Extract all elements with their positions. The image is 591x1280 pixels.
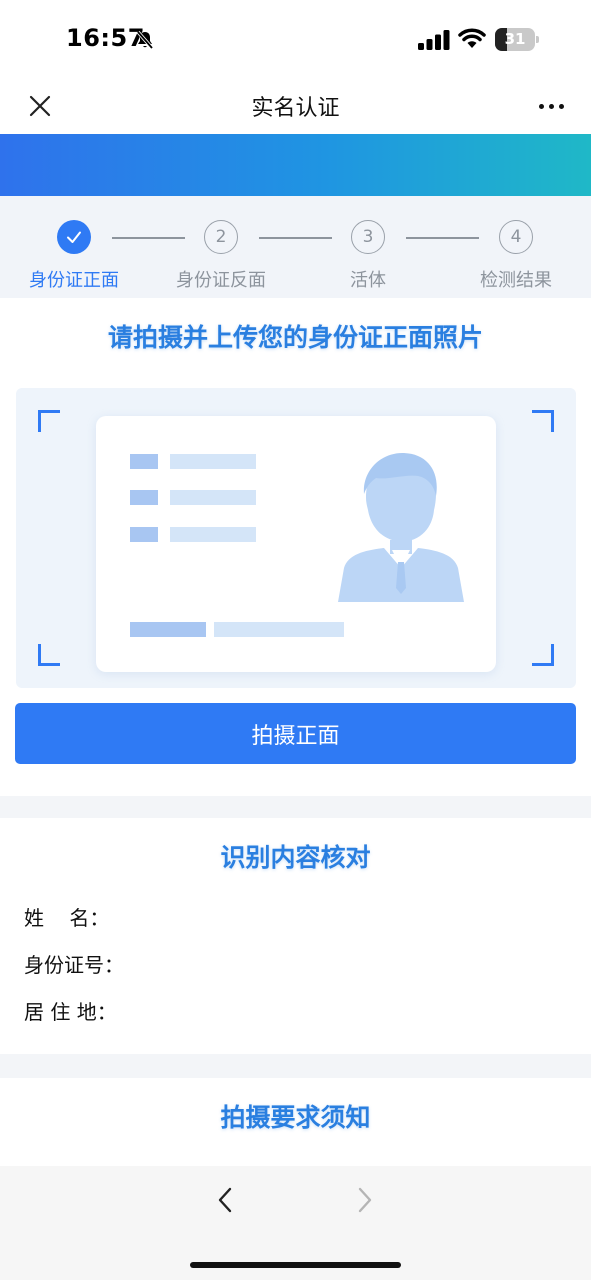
cellular-signal-icon: [418, 30, 450, 50]
bell-slash-icon: [136, 30, 154, 50]
step-3-label: 活体: [350, 270, 386, 291]
frame-corner: [532, 644, 554, 666]
battery-level: 31: [504, 30, 526, 48]
home-indicator: [190, 1262, 401, 1268]
requirements-heading: 拍摄要求须知: [220, 1103, 371, 1132]
requirements-section: 拍摄要求须知: [0, 1078, 591, 1166]
battery-icon: 31: [495, 28, 539, 51]
more-button[interactable]: [531, 88, 571, 124]
step-1-label: 身份证正面: [29, 270, 119, 291]
step-indicator: 2 3 4 身份证正面 身份证反面 活体 检测结果: [0, 196, 591, 298]
chevron-left-icon: [218, 1187, 232, 1213]
step-connector: [112, 237, 185, 239]
id-capture-area[interactable]: [16, 388, 576, 688]
verify-section: 识别内容核对 姓 名： 身份证号： 居 住 地：: [0, 818, 591, 1054]
step-2-circle: 2: [204, 220, 238, 254]
forward-button[interactable]: [344, 1180, 384, 1220]
verify-heading: 识别内容核对: [220, 843, 371, 872]
step-1-circle: [57, 220, 91, 254]
status-time: 16:57: [66, 24, 145, 52]
step-connector: [406, 237, 479, 239]
step-connector: [259, 237, 332, 239]
id-card-illustration: [96, 416, 496, 672]
wifi-icon: [458, 28, 486, 48]
bottom-toolbar: [0, 1166, 591, 1280]
name-field-label: 姓 名：: [24, 906, 110, 930]
placeholder-bar: [130, 454, 158, 469]
address-field-label: 居 住 地：: [24, 1000, 117, 1024]
placeholder-bar: [170, 454, 256, 469]
step-2-label: 身份证反面: [176, 270, 266, 291]
placeholder-bar: [214, 622, 344, 637]
check-icon: [67, 231, 81, 243]
chevron-right-icon: [358, 1187, 372, 1213]
header-banner: [0, 134, 591, 196]
step-4-circle: 4: [499, 220, 533, 254]
placeholder-bar: [170, 490, 256, 505]
id-number-field-label: 身份证号：: [24, 953, 124, 977]
frame-corner: [532, 410, 554, 432]
placeholder-bar: [130, 490, 158, 505]
capture-front-button[interactable]: 拍摄正面: [15, 703, 576, 764]
status-bar: 16:57 31: [0, 0, 591, 78]
placeholder-bar: [170, 527, 256, 542]
step-4-label: 检测结果: [480, 270, 552, 291]
upload-section: 请拍摄并上传您的身份证正面照片 拍摄正面: [0, 298, 591, 796]
placeholder-bar: [130, 527, 158, 542]
upload-heading: 请拍摄并上传您的身份证正面照片: [107, 323, 483, 352]
frame-corner: [38, 410, 60, 432]
page-title: 实名认证: [251, 96, 340, 121]
section-divider: [0, 796, 591, 818]
person-silhouette-icon: [338, 452, 464, 602]
placeholder-bar: [130, 622, 206, 637]
back-button[interactable]: [206, 1180, 246, 1220]
step-3-circle: 3: [351, 220, 385, 254]
section-divider: [0, 1054, 591, 1078]
more-icon: [538, 103, 544, 109]
nav-bar: 实名认证: [0, 78, 591, 134]
frame-corner: [38, 644, 60, 666]
